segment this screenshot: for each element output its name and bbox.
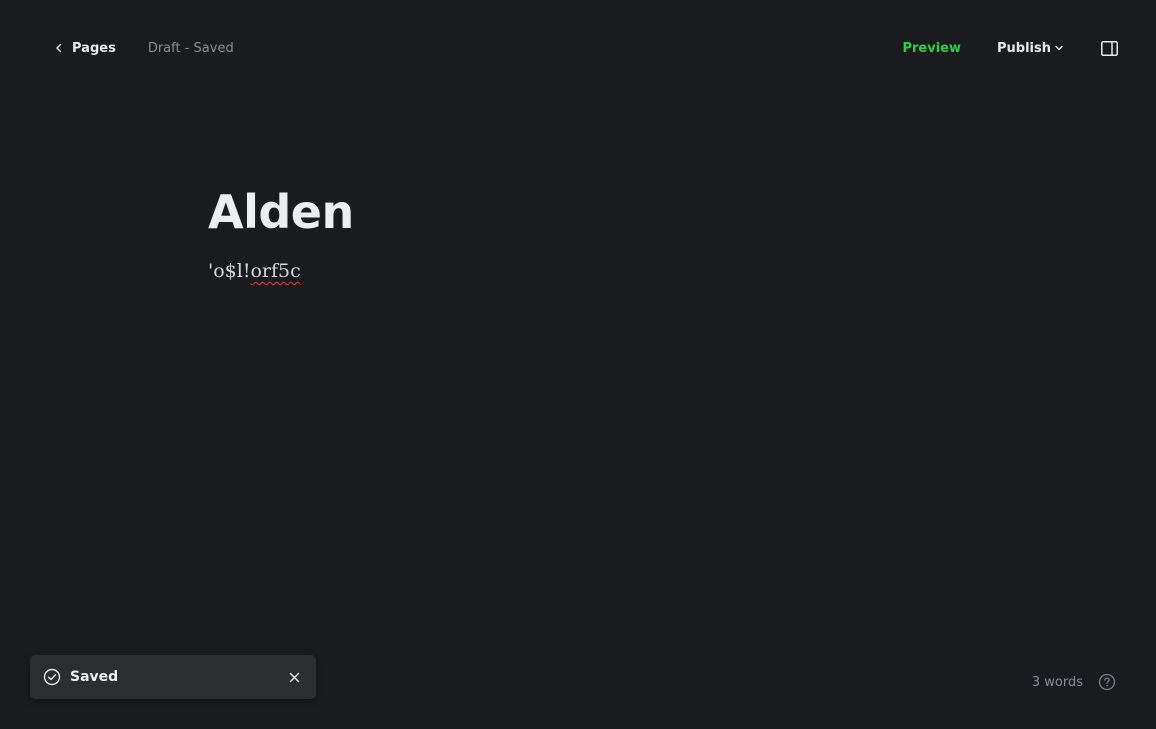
chevron-down-icon bbox=[1055, 45, 1063, 51]
topbar-right: Preview Publish bbox=[902, 38, 1118, 58]
body-text: 'o$l! bbox=[208, 260, 251, 282]
publish-button[interactable]: Publish bbox=[997, 41, 1064, 56]
toast-close-button[interactable] bbox=[288, 671, 300, 683]
sidebar-toggle-icon bbox=[1100, 40, 1118, 56]
editor-area[interactable]: Alden 'o$l!orf5c bbox=[208, 182, 948, 284]
preview-button[interactable]: Preview bbox=[902, 41, 961, 56]
back-to-pages-link[interactable]: Pages bbox=[54, 41, 116, 56]
back-label: Pages bbox=[72, 40, 116, 56]
toast-message: Saved bbox=[70, 669, 119, 685]
help-circle-icon bbox=[1098, 673, 1116, 691]
saved-toast: Saved bbox=[30, 655, 316, 699]
help-button[interactable] bbox=[1098, 673, 1116, 691]
misspelled-word[interactable]: orf5c bbox=[250, 260, 300, 282]
topbar-left: Pages Draft - Saved bbox=[54, 38, 234, 58]
editor-page: Pages Draft - Saved Preview Publish Alde… bbox=[0, 0, 1156, 729]
chevron-left-icon bbox=[56, 43, 62, 53]
word-count: 3 words bbox=[1031, 674, 1083, 690]
publish-label: Publish bbox=[997, 40, 1051, 56]
post-body[interactable]: 'o$l!orf5c bbox=[208, 258, 948, 284]
close-icon bbox=[289, 672, 299, 682]
footer-right: 3 words bbox=[1032, 672, 1116, 692]
post-title[interactable]: Alden bbox=[208, 182, 948, 242]
check-circle-icon bbox=[43, 668, 61, 686]
sidebar-toggle-button[interactable] bbox=[1100, 39, 1118, 57]
draft-status: Draft - Saved bbox=[147, 40, 234, 56]
